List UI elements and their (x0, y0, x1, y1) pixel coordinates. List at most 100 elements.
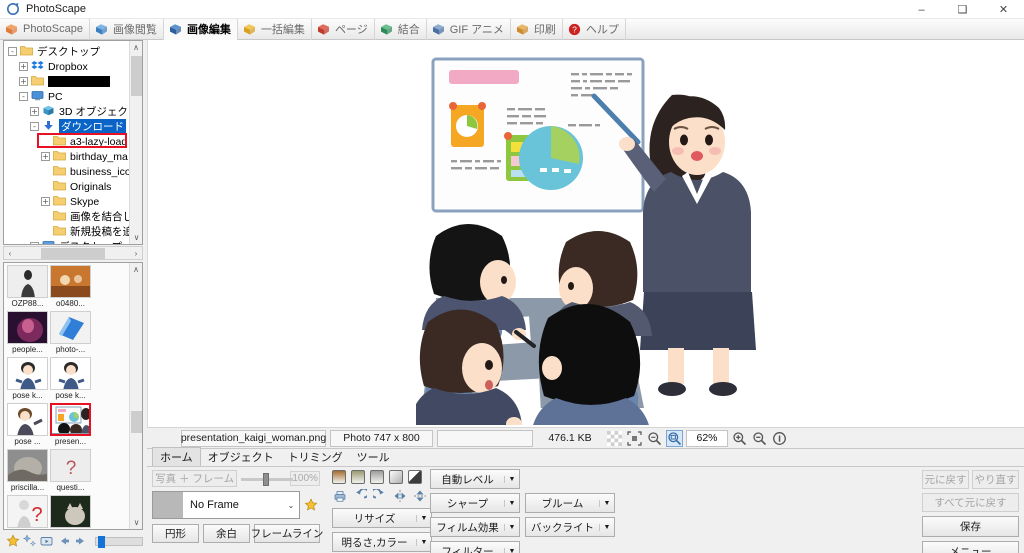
thumbs-scroll-down-arrow[interactable]: ∨ (130, 516, 142, 529)
thumbnail-browser[interactable]: OZP88... o0480... people... photo-... pose k… (3, 262, 143, 530)
thumbnail-item[interactable]: pose k... (50, 357, 91, 401)
flip-horizontal-icon[interactable] (392, 488, 407, 503)
favorite-star-icon[interactable] (6, 534, 20, 549)
tree-item-3[interactable]: + (4, 74, 142, 89)
thumbnail-item[interactable]: people... (7, 311, 48, 355)
favorite-star-icon[interactable] (304, 498, 318, 512)
thumbnail-item[interactable]: priscilla... (7, 449, 48, 493)
sharpen-dropdown-arrow[interactable]: ▼ (504, 499, 519, 507)
maximize-button[interactable]: ❑ (942, 0, 983, 19)
margin-button[interactable]: 余白 (203, 524, 250, 543)
tree-hscroll-thumb[interactable] (41, 247, 105, 259)
edit-tab-3[interactable]: トリミング (281, 448, 350, 466)
brightness-color-button[interactable]: 明るさ,カラー ▼ (332, 532, 432, 552)
zoom-in-icon[interactable] (731, 430, 748, 447)
chevron-down-icon[interactable]: ⌄ (283, 501, 299, 510)
tone-swatch-5[interactable] (408, 470, 422, 484)
auto-level-dropdown-arrow[interactable]: ▼ (504, 475, 519, 483)
main-tab-3[interactable]: 画像編集 (163, 18, 238, 40)
thumbnail-item[interactable]: presen... (50, 403, 91, 447)
backlight-dropdown-arrow[interactable]: ▼ (599, 523, 614, 531)
round-shape-button[interactable]: 円形 (152, 524, 199, 543)
thumbnail-item[interactable]: pose k... (7, 357, 48, 401)
tree-scroll-thumb[interactable] (131, 56, 142, 96)
photo-frame-button[interactable]: 写真 ＋ フレーム (152, 470, 238, 487)
tree-horizontal-scrollbar[interactable]: ‹ › (3, 246, 143, 260)
tree-item-6[interactable]: - ダウンロード (4, 119, 142, 134)
redo-button[interactable]: やり直す (972, 470, 1019, 489)
main-tab-1[interactable]: PhotoScape (0, 18, 90, 40)
main-tab-8[interactable]: 印刷 (511, 18, 563, 40)
tree-item-7[interactable]: a3-lazy-load (4, 134, 142, 149)
zoom-out-icon[interactable] (751, 430, 768, 447)
collapse-toggle-icon[interactable]: - (19, 92, 28, 101)
thumbs-vertical-scrollbar[interactable]: ∧ ∨ (129, 263, 142, 529)
resize-dropdown-arrow[interactable]: ▼ (416, 514, 431, 522)
sparkle-icon[interactable] (23, 534, 37, 549)
main-tab-9[interactable]: ? ヘルプ (563, 18, 626, 40)
tree-vertical-scrollbar[interactable]: ∧ ∨ (129, 41, 142, 244)
expand-toggle-icon[interactable]: + (30, 107, 39, 116)
main-tab-2[interactable]: 画像閲覧 (90, 18, 164, 40)
thumbnail-item[interactable]: pose ... (7, 403, 48, 447)
tree-item-11[interactable]: + Skype (4, 194, 142, 209)
thumbs-scroll-up-arrow[interactable]: ∧ (130, 263, 142, 276)
brightness-color-dropdown-arrow[interactable]: ▼ (416, 538, 431, 546)
tone-swatch-2[interactable] (351, 470, 365, 484)
thumbs-scroll-thumb[interactable] (131, 411, 142, 433)
next-arrow-icon[interactable] (74, 534, 88, 549)
frame-line-button[interactable]: フレームライン (251, 524, 323, 543)
main-tab-7[interactable]: GIF アニメ (427, 18, 511, 40)
tree-scroll-down-arrow[interactable]: ∨ (130, 231, 142, 244)
edit-tab-1[interactable]: ホーム (152, 447, 201, 466)
thumbnail-item[interactable]: raycha... (50, 495, 91, 529)
tone-swatch-3[interactable] (370, 470, 384, 484)
tree-hscroll-left-arrow[interactable]: ‹ (4, 249, 16, 258)
menu-button[interactable]: メニュー (922, 541, 1019, 553)
flip-vertical-icon[interactable] (412, 488, 427, 503)
tree-item-10[interactable]: Originals (4, 179, 142, 194)
bloom-dropdown-arrow[interactable]: ▼ (599, 499, 614, 507)
info-icon[interactable] (771, 430, 788, 447)
frame-opacity-slider-thumb[interactable] (263, 472, 270, 486)
collapse-toggle-icon[interactable]: - (8, 47, 17, 56)
tree-scroll-up-arrow[interactable]: ∧ (130, 41, 142, 54)
thumbnail-size-slider-thumb[interactable] (98, 535, 105, 548)
tree-item-14[interactable]: + デスクトップ (4, 239, 142, 244)
tree-hscroll-right-arrow[interactable]: › (130, 249, 142, 258)
tree-item-2[interactable]: + Dropbox (4, 59, 142, 74)
prev-arrow-icon[interactable] (57, 534, 71, 549)
expand-toggle-icon[interactable]: + (41, 197, 50, 206)
undo-button[interactable]: 元に戻す (922, 470, 969, 489)
close-button[interactable]: ✕ (983, 0, 1024, 19)
frame-select[interactable]: No Frame ⌄ (152, 491, 300, 519)
checker-background-icon[interactable] (606, 430, 623, 447)
rotate-left-icon[interactable] (352, 488, 367, 503)
backlight-button[interactable]: バックライト ▼ (525, 517, 615, 537)
bloom-button[interactable]: ブルーム ▼ (525, 493, 615, 513)
fit-screen-icon[interactable] (626, 430, 643, 447)
expand-toggle-icon[interactable]: + (19, 77, 28, 86)
expand-toggle-icon[interactable]: + (19, 62, 28, 71)
tree-item-8[interactable]: + birthday_ma (4, 149, 142, 164)
tree-item-13[interactable]: 新規投稿を追 (4, 224, 142, 239)
image-canvas[interactable] (147, 40, 1024, 427)
thumbnail-item[interactable]: photo-... (50, 311, 91, 355)
zoom-actual-icon[interactable] (646, 430, 663, 447)
frame-opacity-slider[interactable] (241, 472, 294, 486)
edit-tab-4[interactable]: ツール (350, 448, 397, 466)
tone-swatch-4[interactable] (389, 470, 403, 484)
thumbnail-size-slider[interactable] (95, 535, 143, 548)
auto-level-button[interactable]: 自動レベル ▼ (430, 469, 520, 489)
main-tab-6[interactable]: 結合 (375, 18, 427, 40)
tree-item-9[interactable]: business_ico (4, 164, 142, 179)
printer-icon[interactable] (332, 488, 347, 503)
rotate-right-icon[interactable] (372, 488, 387, 503)
sharpen-button[interactable]: シャープ ▼ (430, 493, 520, 513)
slideshow-icon[interactable] (40, 534, 54, 549)
main-tab-5[interactable]: ページ (312, 18, 375, 40)
tree-item-5[interactable]: +3D オブジェクト (4, 104, 142, 119)
tone-swatch-1[interactable] (332, 470, 346, 484)
tree-item-4[interactable]: - PC (4, 89, 142, 104)
edit-tab-2[interactable]: オブジェクト (201, 448, 281, 466)
